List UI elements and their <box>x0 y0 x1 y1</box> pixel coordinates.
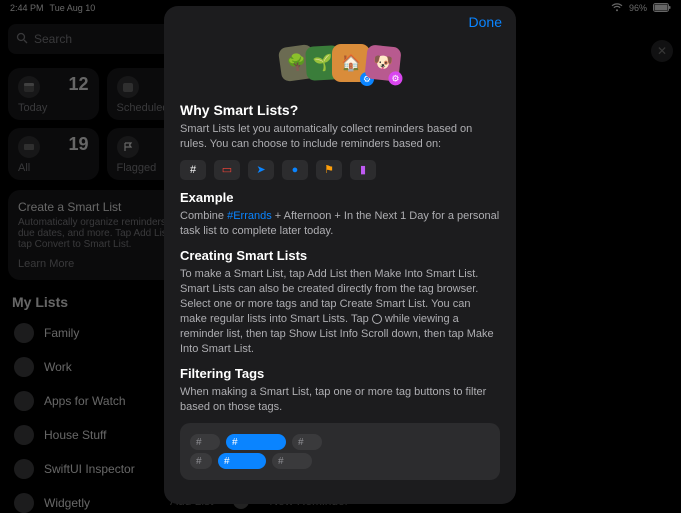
chip-priority-icon: ▮ <box>350 160 376 180</box>
heading-filtering: Filtering Tags <box>180 366 500 381</box>
chip-flag-icon: ⚑ <box>316 160 342 180</box>
tag-pill-active <box>218 453 266 469</box>
heading-creating: Creating Smart Lists <box>180 248 500 263</box>
chip-location-icon: ➤ <box>248 160 274 180</box>
chip-messaging-icon: ● <box>282 160 308 180</box>
tag-pill <box>292 434 322 450</box>
tag-filter-illustration <box>180 423 500 480</box>
tag-pill-active <box>226 434 286 450</box>
errands-tag-link[interactable]: #Errands <box>227 210 272 222</box>
rule-type-chips: # ▭ ➤ ● ⚑ ▮ <box>180 160 500 180</box>
heading-example: Example <box>180 190 500 205</box>
heading-why: Why Smart Lists? <box>180 102 500 118</box>
hero-icon-home: 🏠⚙ <box>332 44 370 82</box>
hero-illustration: 🌳 🌱 🏠⚙ 🐶⚙ <box>180 42 500 90</box>
paragraph-why: Smart Lists let you automatically collec… <box>180 122 500 152</box>
tag-pill <box>272 453 312 469</box>
done-button[interactable]: Done <box>469 14 502 30</box>
paragraph-filtering: When making a Smart List, tap one or mor… <box>180 385 500 415</box>
hero-icon-pet: 🐶⚙ <box>364 44 401 81</box>
ellipsis-circle-icon <box>372 314 382 324</box>
smart-lists-help-modal: Done 🌳 🌱 🏠⚙ 🐶⚙ Why Smart Lists? Smart Li… <box>164 6 516 504</box>
text: Combine <box>180 210 227 222</box>
paragraph-creating: To make a Smart List, tap Add List then … <box>180 267 500 356</box>
paragraph-example: Combine #Errands + Afternoon + In the Ne… <box>180 209 500 239</box>
chip-date-icon: ▭ <box>214 160 240 180</box>
gear-badge-icon: ⚙ <box>388 71 403 86</box>
tag-pill <box>190 434 220 450</box>
chip-tag-icon: # <box>180 160 206 180</box>
tag-pill <box>190 453 212 469</box>
screen: 2:44 PM Tue Aug 10 96% ••• Search <box>0 0 681 513</box>
